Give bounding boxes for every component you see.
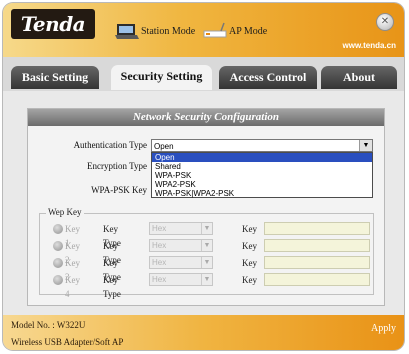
auth-type-select[interactable]: Open ▼ xyxy=(151,139,373,152)
key-type-select[interactable]: Hex ▼ xyxy=(149,273,213,286)
key-label: Key xyxy=(242,241,257,251)
key4-radio[interactable] xyxy=(53,275,63,285)
option-open[interactable]: Open xyxy=(152,153,372,162)
key-type-label: Key Type xyxy=(103,275,121,299)
ap-mode-button[interactable]: AP Mode xyxy=(203,21,267,41)
key3-radio[interactable] xyxy=(53,258,63,268)
auth-type-label: Authentication Type xyxy=(73,140,147,150)
brand-logo: Tenda xyxy=(11,9,95,39)
encryption-type-label: Encryption Type xyxy=(87,161,147,171)
option-shared[interactable]: Shared xyxy=(152,162,372,171)
key2-input[interactable] xyxy=(264,239,370,252)
apply-button[interactable]: Apply xyxy=(371,323,396,334)
key-type-select[interactable]: Hex ▼ xyxy=(149,239,213,252)
key3-input[interactable] xyxy=(264,256,370,269)
chevron-down-icon[interactable]: ▼ xyxy=(201,257,212,268)
key-type-value: Hex xyxy=(152,224,167,233)
close-button[interactable]: ✕ xyxy=(376,13,394,31)
ap-mode-icon xyxy=(203,21,227,41)
key-type-value: Hex xyxy=(152,275,167,284)
tab-bar: Basic Setting Security Setting Access Co… xyxy=(3,57,404,91)
key-name: Key 4 xyxy=(65,275,80,299)
product-name: Wireless USB Adapter/Soft AP xyxy=(11,337,124,347)
chevron-down-icon[interactable]: ▼ xyxy=(201,223,212,234)
option-wpa2-psk[interactable]: WPA2-PSK xyxy=(152,180,372,189)
key1-input[interactable] xyxy=(264,222,370,235)
key2-radio[interactable] xyxy=(53,241,63,251)
key4-input[interactable] xyxy=(264,273,370,286)
auth-type-value: Open xyxy=(154,142,174,151)
chevron-down-icon[interactable]: ▼ xyxy=(359,140,372,151)
tab-access-control[interactable]: Access Control xyxy=(219,66,317,89)
app-window: Tenda Station Mode AP Mode ✕ www.tenda.c… xyxy=(3,3,404,350)
key-label: Key xyxy=(242,258,257,268)
key-type-select[interactable]: Hex ▼ xyxy=(149,256,213,269)
header-bar: Tenda Station Mode AP Mode ✕ www.tenda.c… xyxy=(3,3,404,57)
key1-radio[interactable] xyxy=(53,224,63,234)
key-type-value: Hex xyxy=(152,258,167,267)
tab-security-setting[interactable]: Security Setting xyxy=(111,65,212,90)
auth-type-dropdown[interactable]: Open Shared WPA-PSK WPA2-PSK WPA-PSK|WPA… xyxy=(151,152,373,198)
chevron-down-icon[interactable]: ▼ xyxy=(201,274,212,285)
option-wpa-wpa2-psk[interactable]: WPA-PSK|WPA2-PSK xyxy=(152,189,372,198)
tab-basic-setting[interactable]: Basic Setting xyxy=(11,66,99,89)
key-label: Key xyxy=(242,275,257,285)
ap-mode-label: AP Mode xyxy=(229,25,268,37)
website-url: www.tenda.cn xyxy=(342,41,397,50)
close-icon: ✕ xyxy=(380,16,390,27)
key-label: Key xyxy=(242,224,257,234)
panel-title: Network Security Configuration xyxy=(28,109,384,126)
option-wpa-psk[interactable]: WPA-PSK xyxy=(152,171,372,180)
station-mode-icon xyxy=(115,21,139,41)
key-type-value: Hex xyxy=(152,241,167,250)
chevron-down-icon[interactable]: ▼ xyxy=(201,240,212,251)
key-type-select[interactable]: Hex ▼ xyxy=(149,222,213,235)
footer-bar: Model No. : W322U Apply Wireless USB Ada… xyxy=(3,315,404,350)
model-number: Model No. : W322U xyxy=(11,320,86,330)
station-mode-button[interactable]: Station Mode xyxy=(115,21,195,41)
wep-key-group: Wep Key Key 1 Key Type Hex ▼ Key Key 2 K… xyxy=(39,207,374,299)
wep-key-legend: Wep Key xyxy=(46,207,84,217)
station-mode-label: Station Mode xyxy=(141,25,196,37)
tab-about[interactable]: About xyxy=(321,66,397,89)
wpa-psk-key-label: WPA-PSK Key xyxy=(91,185,147,195)
